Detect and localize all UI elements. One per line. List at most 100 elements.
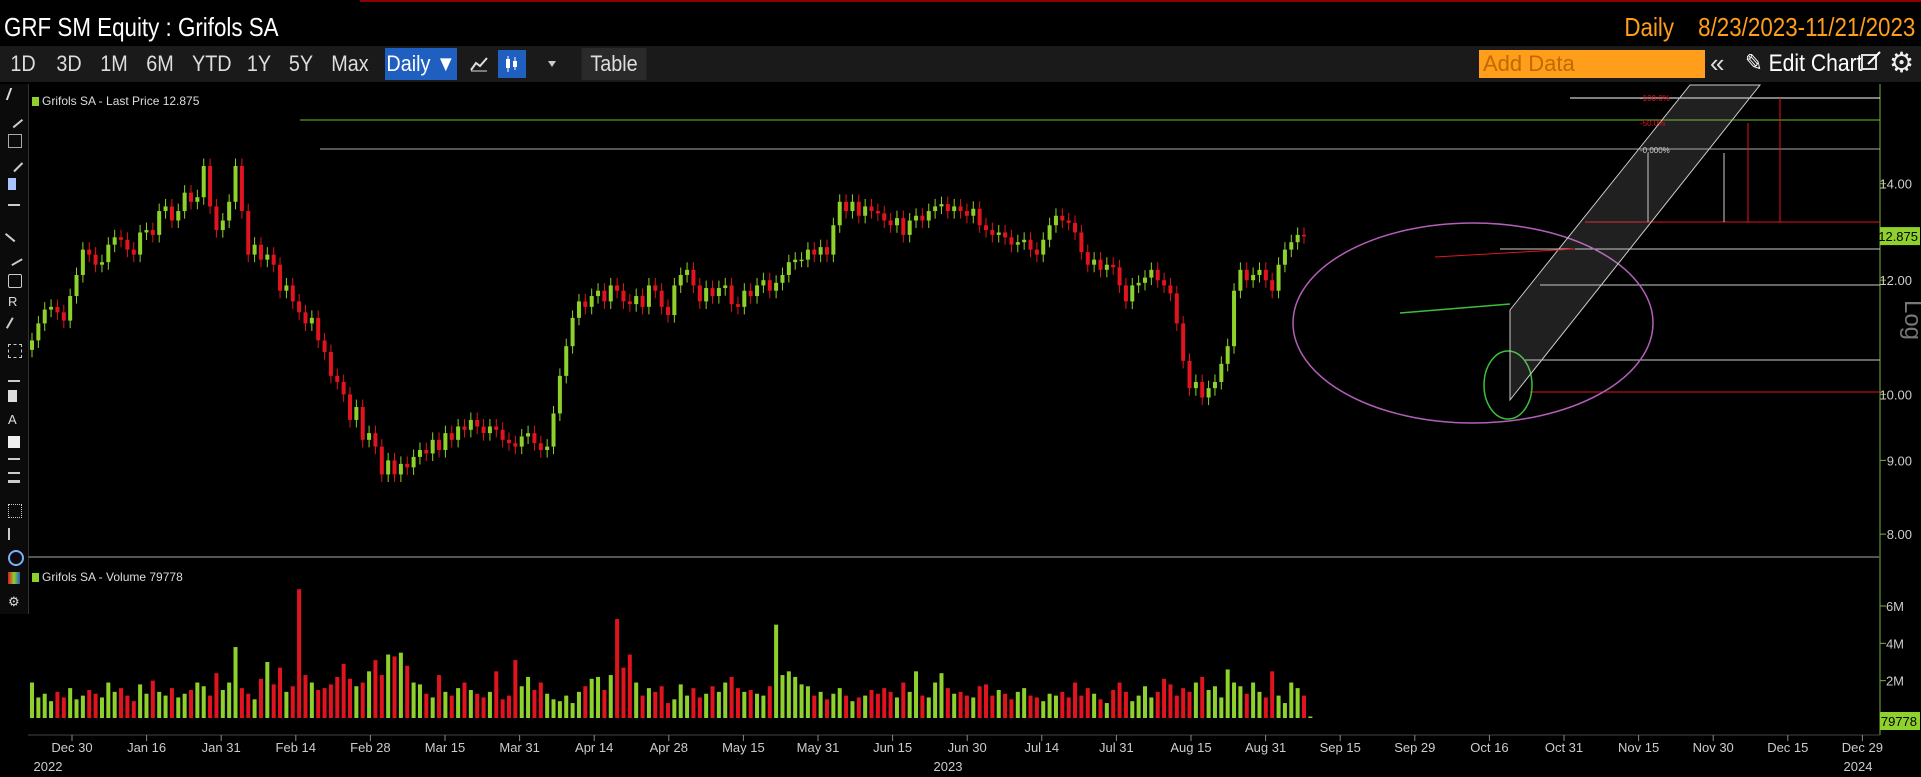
settings-gear-icon[interactable]: ⚙ xyxy=(1889,48,1917,78)
volume-legend[interactable]: Grifols SA - Volume 79778 xyxy=(32,570,183,584)
candle-body xyxy=(1143,277,1147,283)
price-legend[interactable]: Grifols SA - Last Price 12.875 xyxy=(32,94,199,108)
volume-bar xyxy=(761,695,766,718)
period-button-1d[interactable]: 1D xyxy=(8,48,39,80)
candle-body xyxy=(659,290,664,307)
volume-bar xyxy=(818,691,823,718)
period-button-max[interactable]: Max xyxy=(330,48,370,80)
candle-body xyxy=(354,407,359,420)
volume-bar xyxy=(996,690,1001,718)
table-button[interactable]: Table xyxy=(581,48,647,80)
retracement-icon[interactable]: R xyxy=(8,295,20,308)
candle-body xyxy=(710,288,715,297)
candle-body xyxy=(888,220,893,226)
line-width-icon[interactable] xyxy=(8,480,20,495)
add-data-input[interactable]: Add Data xyxy=(1479,50,1705,78)
volume-bar xyxy=(68,688,73,718)
candle-body xyxy=(774,282,779,291)
volume-bar xyxy=(354,686,359,718)
candle-body xyxy=(526,433,531,437)
candle-body xyxy=(176,211,181,221)
pen-tool-icon[interactable] xyxy=(5,317,25,335)
volume-bar xyxy=(239,688,244,718)
magnet-tool-icon[interactable] xyxy=(8,528,22,540)
trend-line-icon[interactable] xyxy=(4,153,24,173)
candle-body xyxy=(138,232,143,255)
text-tool-icon[interactable] xyxy=(8,134,22,148)
volume-bar xyxy=(697,697,702,718)
period-button-3d[interactable]: 3D xyxy=(54,48,85,80)
color-picker-icon[interactable] xyxy=(8,572,20,584)
volume-bar xyxy=(1155,691,1160,718)
crosshair-icon[interactable] xyxy=(8,344,22,358)
candle-body xyxy=(850,201,855,212)
candle-body xyxy=(1155,269,1160,281)
volume-bar xyxy=(1193,682,1198,718)
volume-bar xyxy=(252,699,257,718)
period-button-1m[interactable]: 1M xyxy=(98,48,130,80)
candle-body xyxy=(208,165,213,207)
edit-chart-button[interactable]: ✎ Edit Chart xyxy=(1745,46,1862,82)
measure-tool-icon[interactable] xyxy=(8,368,20,382)
candle-body xyxy=(144,230,149,233)
fibonacci-icon[interactable] xyxy=(8,274,22,288)
candle-body xyxy=(30,340,34,350)
candle-body xyxy=(373,433,378,447)
price-tick-label: 14.00 xyxy=(1879,177,1912,192)
refresh-icon[interactable] xyxy=(8,550,24,566)
x-tick-label: Mar 31 xyxy=(499,740,539,755)
date-range[interactable]: Daily 8/23/2023-11/21/2023 xyxy=(1624,12,1915,43)
grid-tool-icon[interactable] xyxy=(8,504,22,518)
line-chart-icon[interactable] xyxy=(465,50,493,78)
channel-tool-icon[interactable] xyxy=(8,178,16,190)
arrow-tool-icon[interactable] xyxy=(5,247,23,267)
candle-body xyxy=(1022,239,1027,243)
volume-bar xyxy=(875,693,880,718)
candle-body xyxy=(1111,264,1116,268)
line-tool-icon[interactable] xyxy=(4,109,24,129)
price-volume-chart[interactable]: -100.0% -50.0% -0.000% 8.00 9.00 10.00 12.00 1… xyxy=(0,0,1921,777)
volume-bar xyxy=(1143,686,1147,718)
period-button-ytd[interactable]: YTD xyxy=(192,48,232,80)
pointer-icon[interactable] xyxy=(5,88,25,100)
horizontal-line-icon[interactable] xyxy=(8,204,20,218)
chart-type-dropdown-icon[interactable] xyxy=(538,50,566,78)
period-button-6m[interactable]: 6M xyxy=(144,48,176,80)
candle-body xyxy=(1232,290,1237,347)
volume-bar xyxy=(125,695,130,718)
candle-body xyxy=(1257,269,1262,275)
candle-body xyxy=(494,426,499,430)
volume-bar xyxy=(1066,697,1071,718)
ray-tool-icon[interactable] xyxy=(4,223,24,243)
tools-settings-gear-icon[interactable]: ⚙ xyxy=(8,595,20,608)
candle-body xyxy=(214,206,219,231)
candle-body xyxy=(106,244,111,263)
annotation-text-icon[interactable]: A xyxy=(8,413,20,426)
x-tick-label: Jan 31 xyxy=(202,740,241,755)
collapse-double-chevron-icon[interactable]: « xyxy=(1710,50,1734,78)
period-button-1y[interactable]: 1Y xyxy=(245,48,274,80)
volume-bar xyxy=(1270,671,1275,718)
line-style-icon[interactable] xyxy=(8,458,20,474)
period-button-5y[interactable]: 5Y xyxy=(287,48,316,80)
volume-bar xyxy=(850,701,855,718)
candle-body xyxy=(1047,225,1052,240)
delete-tool-icon[interactable] xyxy=(8,390,17,402)
candle-body xyxy=(977,208,982,226)
candle-body xyxy=(1200,381,1205,398)
candle-body xyxy=(1289,242,1294,250)
edit-chart-label: Edit Chart xyxy=(1768,50,1863,77)
x-tick-label: Oct 16 xyxy=(1470,740,1508,755)
volume-bar xyxy=(939,673,944,718)
candlestick-chart-icon[interactable] xyxy=(498,50,526,78)
annotate-icon[interactable] xyxy=(1860,50,1884,78)
fill-color-icon[interactable] xyxy=(8,436,20,448)
candle-body xyxy=(398,463,403,475)
frequency-dropdown[interactable]: Daily ▼ xyxy=(385,48,457,80)
volume-bar xyxy=(112,691,117,718)
price-tick-label: 10.00 xyxy=(1879,387,1912,402)
candle-body xyxy=(615,285,620,291)
candle-body xyxy=(551,413,556,447)
volume-bar xyxy=(742,691,747,718)
volume-bar xyxy=(99,697,104,718)
